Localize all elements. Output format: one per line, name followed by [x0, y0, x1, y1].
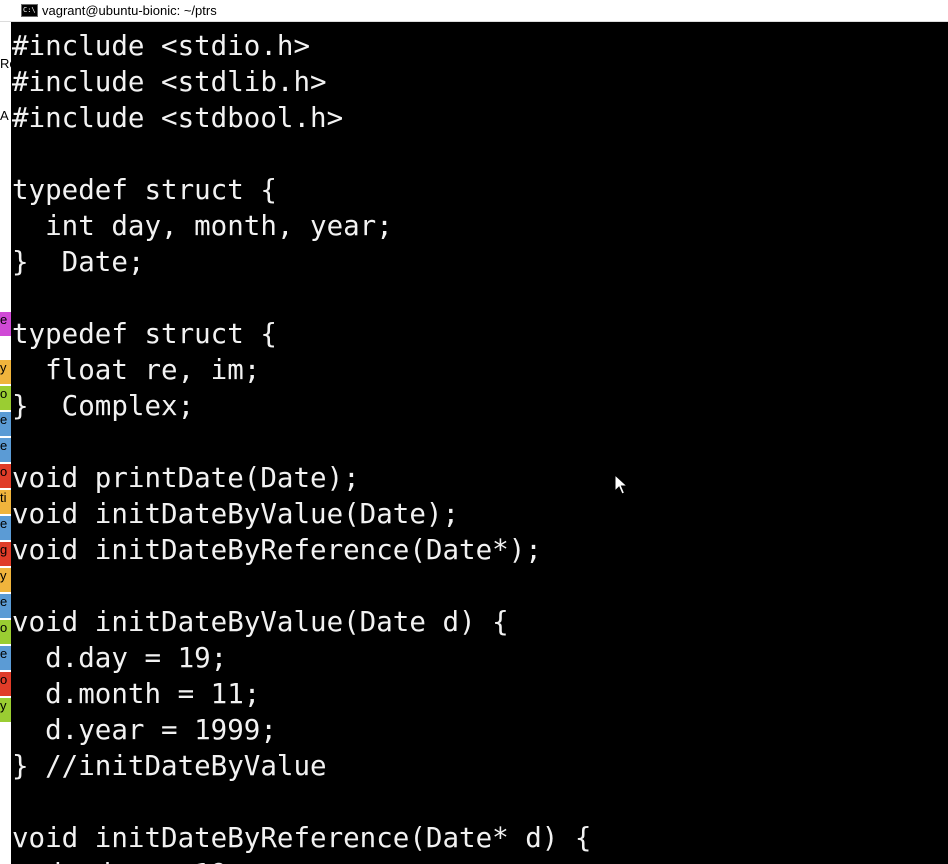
terminal-line: int day, month, year; [12, 210, 393, 242]
terminal-line: void initDateByValue(Date d) { [12, 606, 509, 638]
background-window-fragment: o [0, 464, 11, 488]
mouse-pointer-icon [614, 474, 628, 495]
terminal-line: void initDateByReference(Date* d) { [12, 822, 592, 854]
console-app-icon: C:\ [21, 4, 38, 17]
window-titlebar[interactable]: C:\ vagrant@ubuntu-bionic: ~/ptrs [0, 0, 948, 22]
terminal-line: } //initDateByValue [12, 750, 327, 782]
terminal-line: void initDateByReference(Date*); [12, 534, 542, 566]
terminal-line: d.day = 19; [12, 642, 228, 674]
background-window-fragment: o [0, 672, 11, 696]
terminal-line: void printDate(Date); [12, 462, 360, 494]
terminal-screen[interactable]: #include <stdio.h> #include <stdlib.h> #in… [11, 26, 948, 864]
terminal-line: typedef struct { [12, 174, 277, 206]
terminal-line: d.year = 1999; [12, 714, 277, 746]
background-window-fragment: g [0, 542, 11, 566]
background-window-fragment: e [0, 594, 11, 618]
background-window-fragment: A [0, 108, 11, 132]
background-window-fragment: e [0, 646, 11, 670]
terminal-line: #include <stdbool.h> [12, 102, 344, 134]
terminal-line: d->day = 19; [12, 856, 244, 864]
terminal-line: } Complex; [12, 390, 195, 422]
terminal-line: float re, im; [12, 354, 261, 386]
background-window-fragment: Re [0, 56, 11, 80]
terminal-line: } Date; [12, 246, 145, 278]
terminal-line: typedef struct { [12, 318, 277, 350]
background-window-fragment: y [0, 568, 11, 592]
terminal-line: void initDateByValue(Date); [12, 498, 460, 530]
terminal-line: #include <stdlib.h> [12, 66, 327, 98]
terminal-line: d.month = 11; [12, 678, 261, 710]
window-title: vagrant@ubuntu-bionic: ~/ptrs [42, 3, 217, 18]
background-window-fragment: y [0, 698, 11, 722]
background-window-fragment: e [0, 438, 11, 462]
background-window-fragment: y [0, 360, 11, 384]
terminal-line: #include <stdio.h> [12, 30, 311, 62]
background-window-fragment: e [0, 312, 11, 336]
background-window-fragment: o [0, 386, 11, 410]
background-window-edge[interactable]: ReAeyoeeotiegyeoeoy [0, 22, 11, 864]
background-window-fragment: o [0, 620, 11, 644]
background-window-fragment: e [0, 516, 11, 540]
background-window-fragment: e [0, 412, 11, 436]
background-window-fragment: ti [0, 490, 11, 514]
